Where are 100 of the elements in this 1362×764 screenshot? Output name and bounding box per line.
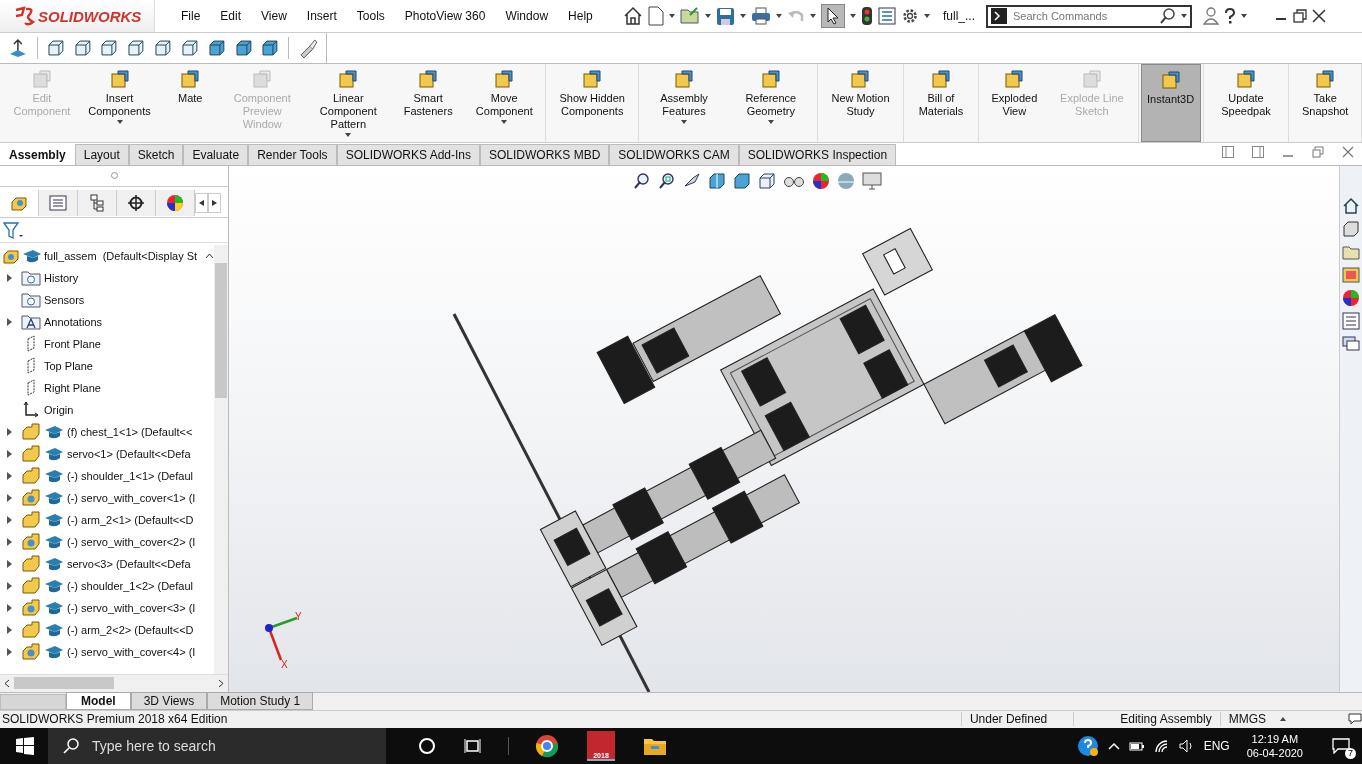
expand-arrow-icon[interactable] [6, 449, 12, 458]
save-icon[interactable] [716, 6, 735, 26]
tree-row[interactable]: Annotations [0, 310, 214, 333]
ribbon-button[interactable]: Bill of Materials [906, 64, 976, 143]
cube-icon[interactable] [154, 39, 172, 57]
tree-row[interactable]: (-) servo_with_cover<2> (I [0, 530, 214, 553]
expand-arrow-icon[interactable] [6, 537, 12, 546]
open-folder-icon[interactable] [680, 6, 700, 26]
cube-icon[interactable] [207, 39, 226, 57]
command-tab[interactable]: SOLIDWORKS Add-Ins [336, 143, 480, 165]
ribbon-button[interactable]: Reference Geometry [727, 64, 815, 143]
ribbon-button[interactable]: Insert Components [77, 64, 162, 143]
expand-arrow-icon[interactable] [6, 471, 12, 480]
caret-icon[interactable] [681, 120, 687, 124]
caret-icon[interactable] [740, 14, 746, 18]
tree-item[interactable]: full_assem (Default<Display St [44, 249, 203, 262]
traffic-light-icon[interactable] [861, 6, 873, 26]
ribbon-button[interactable]: Mate [161, 64, 220, 143]
expand-arrow-icon[interactable] [6, 559, 12, 568]
flashlight-icon[interactable] [298, 38, 318, 58]
ribbon-button[interactable]: Show Hidden Components [548, 64, 636, 143]
tree-row[interactable]: (-) shoulder_1<2> (Defaul [0, 574, 214, 597]
command-tab[interactable]: Sketch [128, 143, 184, 165]
tree-row[interactable]: (-) arm_2<1> (Default<<D [0, 508, 214, 531]
caret-icon[interactable] [501, 120, 508, 124]
ribbon-button[interactable]: Smart Fasteners [391, 64, 466, 143]
cube-icon[interactable] [733, 171, 751, 190]
expand-arrow-icon[interactable] [6, 625, 12, 634]
search-field[interactable]: Search Commands [1011, 9, 1155, 23]
expand-arrow-icon[interactable] [6, 581, 12, 590]
chrome-icon[interactable] [535, 734, 559, 758]
windows-start-icon[interactable] [16, 737, 34, 755]
home-icon[interactable] [1342, 196, 1360, 215]
menu-item[interactable]: File [181, 9, 201, 23]
clock[interactable]: 12:19 AM 06-04-2020 [1246, 732, 1303, 760]
close-icon[interactable] [1312, 9, 1326, 23]
ribbon-button[interactable]: New Motion Study [819, 64, 902, 143]
caret-icon[interactable] [669, 14, 675, 18]
folder-icon[interactable] [643, 736, 667, 756]
caret-icon[interactable] [850, 14, 856, 18]
circle-icon[interactable] [418, 737, 436, 755]
expand-arrow-icon[interactable] [6, 493, 12, 502]
ribbon-button[interactable]: Take Snapshot [1291, 64, 1359, 143]
tree-row[interactable]: (-) servo_with_cover<1> (I [0, 486, 214, 509]
expand-arrow-icon[interactable] [6, 317, 12, 326]
cube-icon[interactable] [1342, 219, 1360, 238]
zoom-fit-icon[interactable] [633, 171, 651, 190]
command-tab[interactable]: Layout [74, 143, 129, 165]
tree-row[interactable]: History [0, 266, 214, 289]
appearance-sphere-icon[interactable] [812, 171, 830, 190]
tree-row[interactable]: Right Plane [0, 376, 214, 399]
panel-left-icon[interactable] [1222, 145, 1234, 158]
tree-row[interactable]: Front Plane [0, 332, 214, 355]
tree-row[interactable]: servo<3> (Default<<Defa [0, 552, 214, 575]
menu-item[interactable]: View [261, 9, 287, 23]
scroll-up-icon[interactable] [205, 252, 214, 259]
menu-item[interactable]: Help [568, 9, 593, 23]
tree-row[interactable]: (-) arm_2<2> (Default<<D [0, 618, 214, 641]
caret-icon[interactable] [776, 14, 782, 18]
chat-icon[interactable] [1342, 334, 1360, 353]
home-icon[interactable] [623, 6, 643, 26]
restore-icon[interactable] [1293, 9, 1307, 23]
arrow-up-icon[interactable] [8, 38, 28, 58]
cube-icon[interactable] [73, 39, 92, 57]
caret-icon[interactable] [1241, 14, 1247, 18]
tree-row[interactable]: Origin [0, 398, 214, 421]
property-tab[interactable] [39, 189, 78, 216]
ribbon-button[interactable]: Exploded View [980, 64, 1049, 143]
battery-icon[interactable] [1128, 740, 1145, 752]
caret-icon[interactable] [116, 120, 123, 124]
chat-icon[interactable] [1348, 712, 1362, 727]
cube-icon[interactable] [100, 39, 119, 57]
ribbon-button[interactable]: Move Component [465, 64, 544, 143]
caret-icon[interactable] [705, 14, 711, 18]
settings-icon[interactable] [901, 7, 919, 25]
notification-button[interactable]: 7 [1328, 733, 1354, 759]
cube-icon[interactable] [180, 39, 199, 57]
tree-row[interactable]: (-) servo_with_cover<3> (I [0, 596, 214, 619]
display-tab[interactable] [156, 189, 195, 216]
section-view-icon[interactable] [708, 171, 726, 190]
tree-row[interactable]: (-) servo_with_cover<4> (I [0, 640, 214, 663]
user-icon[interactable] [1203, 7, 1219, 25]
caret-icon[interactable] [1181, 14, 1187, 18]
ribbon-button[interactable]: Instant3D [1140, 64, 1201, 143]
menu-item[interactable]: Edit [220, 9, 242, 23]
caret-icon[interactable] [924, 14, 930, 18]
wifi-icon[interactable] [1153, 739, 1170, 753]
horizontal-scrollbar[interactable] [0, 673, 228, 692]
tree-row[interactable]: (-) shoulder_1<1> (Defaul [0, 464, 214, 487]
display-style-icon[interactable] [758, 171, 776, 190]
tree-row[interactable]: Sensors [0, 288, 214, 311]
tree-row[interactable]: Top Plane [0, 354, 214, 377]
menu-item[interactable]: Window [505, 9, 549, 23]
cube-icon[interactable] [46, 39, 65, 57]
expand-arrow-icon[interactable] [6, 515, 12, 524]
tree-row[interactable]: (f) chest_1<1> (Default<< [0, 420, 214, 443]
language-indicator[interactable]: ENG [1203, 739, 1230, 753]
tree-row[interactable]: servo<1> (Default<<Defa [0, 442, 214, 465]
taskbar-search-field[interactable]: Type here to search [90, 737, 354, 755]
command-tab[interactable]: Render Tools [248, 143, 337, 165]
